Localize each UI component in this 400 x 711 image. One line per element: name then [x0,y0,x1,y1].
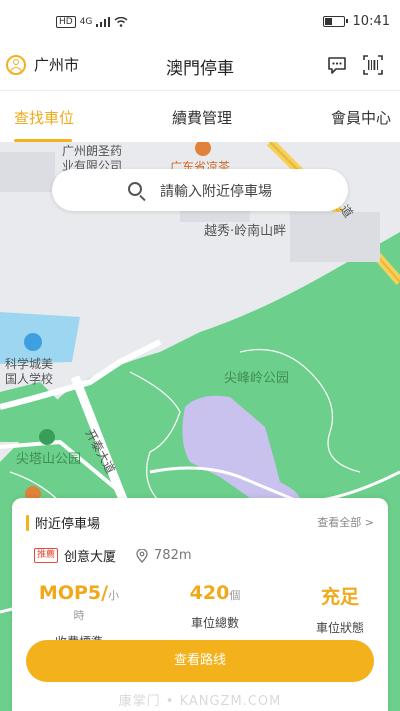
parking-lot-name: 创意大厦 [64,550,117,565]
poi-marker [39,429,55,445]
total-spaces-label: 車位總數 [190,616,239,630]
parking-lot-item[interactable]: 推薦 创意大厦 782m [34,546,192,565]
stat-total-spaces: 420個 車位總數 [180,582,250,631]
card-title-text: 附近停車場 [35,517,101,532]
poi-marker [195,142,211,156]
clock: 10:41 [352,14,390,29]
map-label-jianfengling-park: 尖峰岭公园 [224,371,290,386]
tab-member-center[interactable]: 會員中心 [331,107,391,128]
city-label: 广州市 [34,56,80,74]
view-route-button[interactable]: 查看路线 [26,640,374,682]
map-building [290,212,380,262]
poi-marker [24,333,42,351]
network-indicators: HD 4G [56,16,128,28]
map-label-yuexiu: 越秀·岭南山畔 [204,224,287,239]
tab-bar: 查找車位 續費管理 會員中心 [0,90,400,142]
user-icon[interactable] [6,54,26,75]
battery-icon [322,16,348,27]
tab-find-parking[interactable]: 查找車位 [14,107,74,128]
tab-renewal[interactable]: 續費管理 [172,107,232,128]
search-input[interactable]: 請輸入附近停車場 [52,169,348,211]
total-spaces-value: 420 [189,582,230,604]
total-spaces-unit: 個 [229,589,241,602]
card-title: 附近停車場 [26,513,100,532]
header-actions [326,54,384,76]
app-header: 澳門停車 广州市 [0,44,400,90]
availability-label: 車位狀態 [315,621,364,635]
message-icon[interactable] [326,54,348,76]
view-all-link[interactable]: 查看全部 > [317,514,374,530]
network-type: 4G [79,17,93,27]
signal-icon [96,17,111,27]
stat-availability: 充足 車位狀態 [305,582,375,636]
map-label-jiantashan-park: 尖塔山公园 [16,452,82,467]
hd-badge: HD [56,16,76,28]
fee-value: MOP5/ [38,582,109,604]
search-icon [128,182,142,196]
nearby-parking-card: 附近停車場 查看全部 > 推薦 创意大厦 782m MOP5/小時 收費標準 4… [12,498,388,711]
availability-value: 充足 [320,586,359,608]
status-right: 10:41 [322,14,390,29]
map-building [0,152,55,192]
app-screen: HD 4G 10:41 澳門停車 广州市 查找車位 續費管理 會員中心 广州朗圣… [0,0,400,711]
recommend-badge: 推薦 [34,548,59,563]
city-selector[interactable]: 广州市 [6,54,79,75]
search-placeholder: 請輸入附近停車場 [160,184,272,200]
title-accent-bar [26,514,29,531]
barcode-scan-icon[interactable] [362,54,384,76]
wifi-icon [114,17,128,27]
status-bar: HD 4G 10:41 [0,0,400,44]
map-label-school: 科学城美 国人学校 [5,357,54,386]
location-pin-icon [136,548,148,563]
parking-distance: 782m [154,548,192,563]
watermark: 康掌门 • KANGZM.COM [118,694,282,709]
